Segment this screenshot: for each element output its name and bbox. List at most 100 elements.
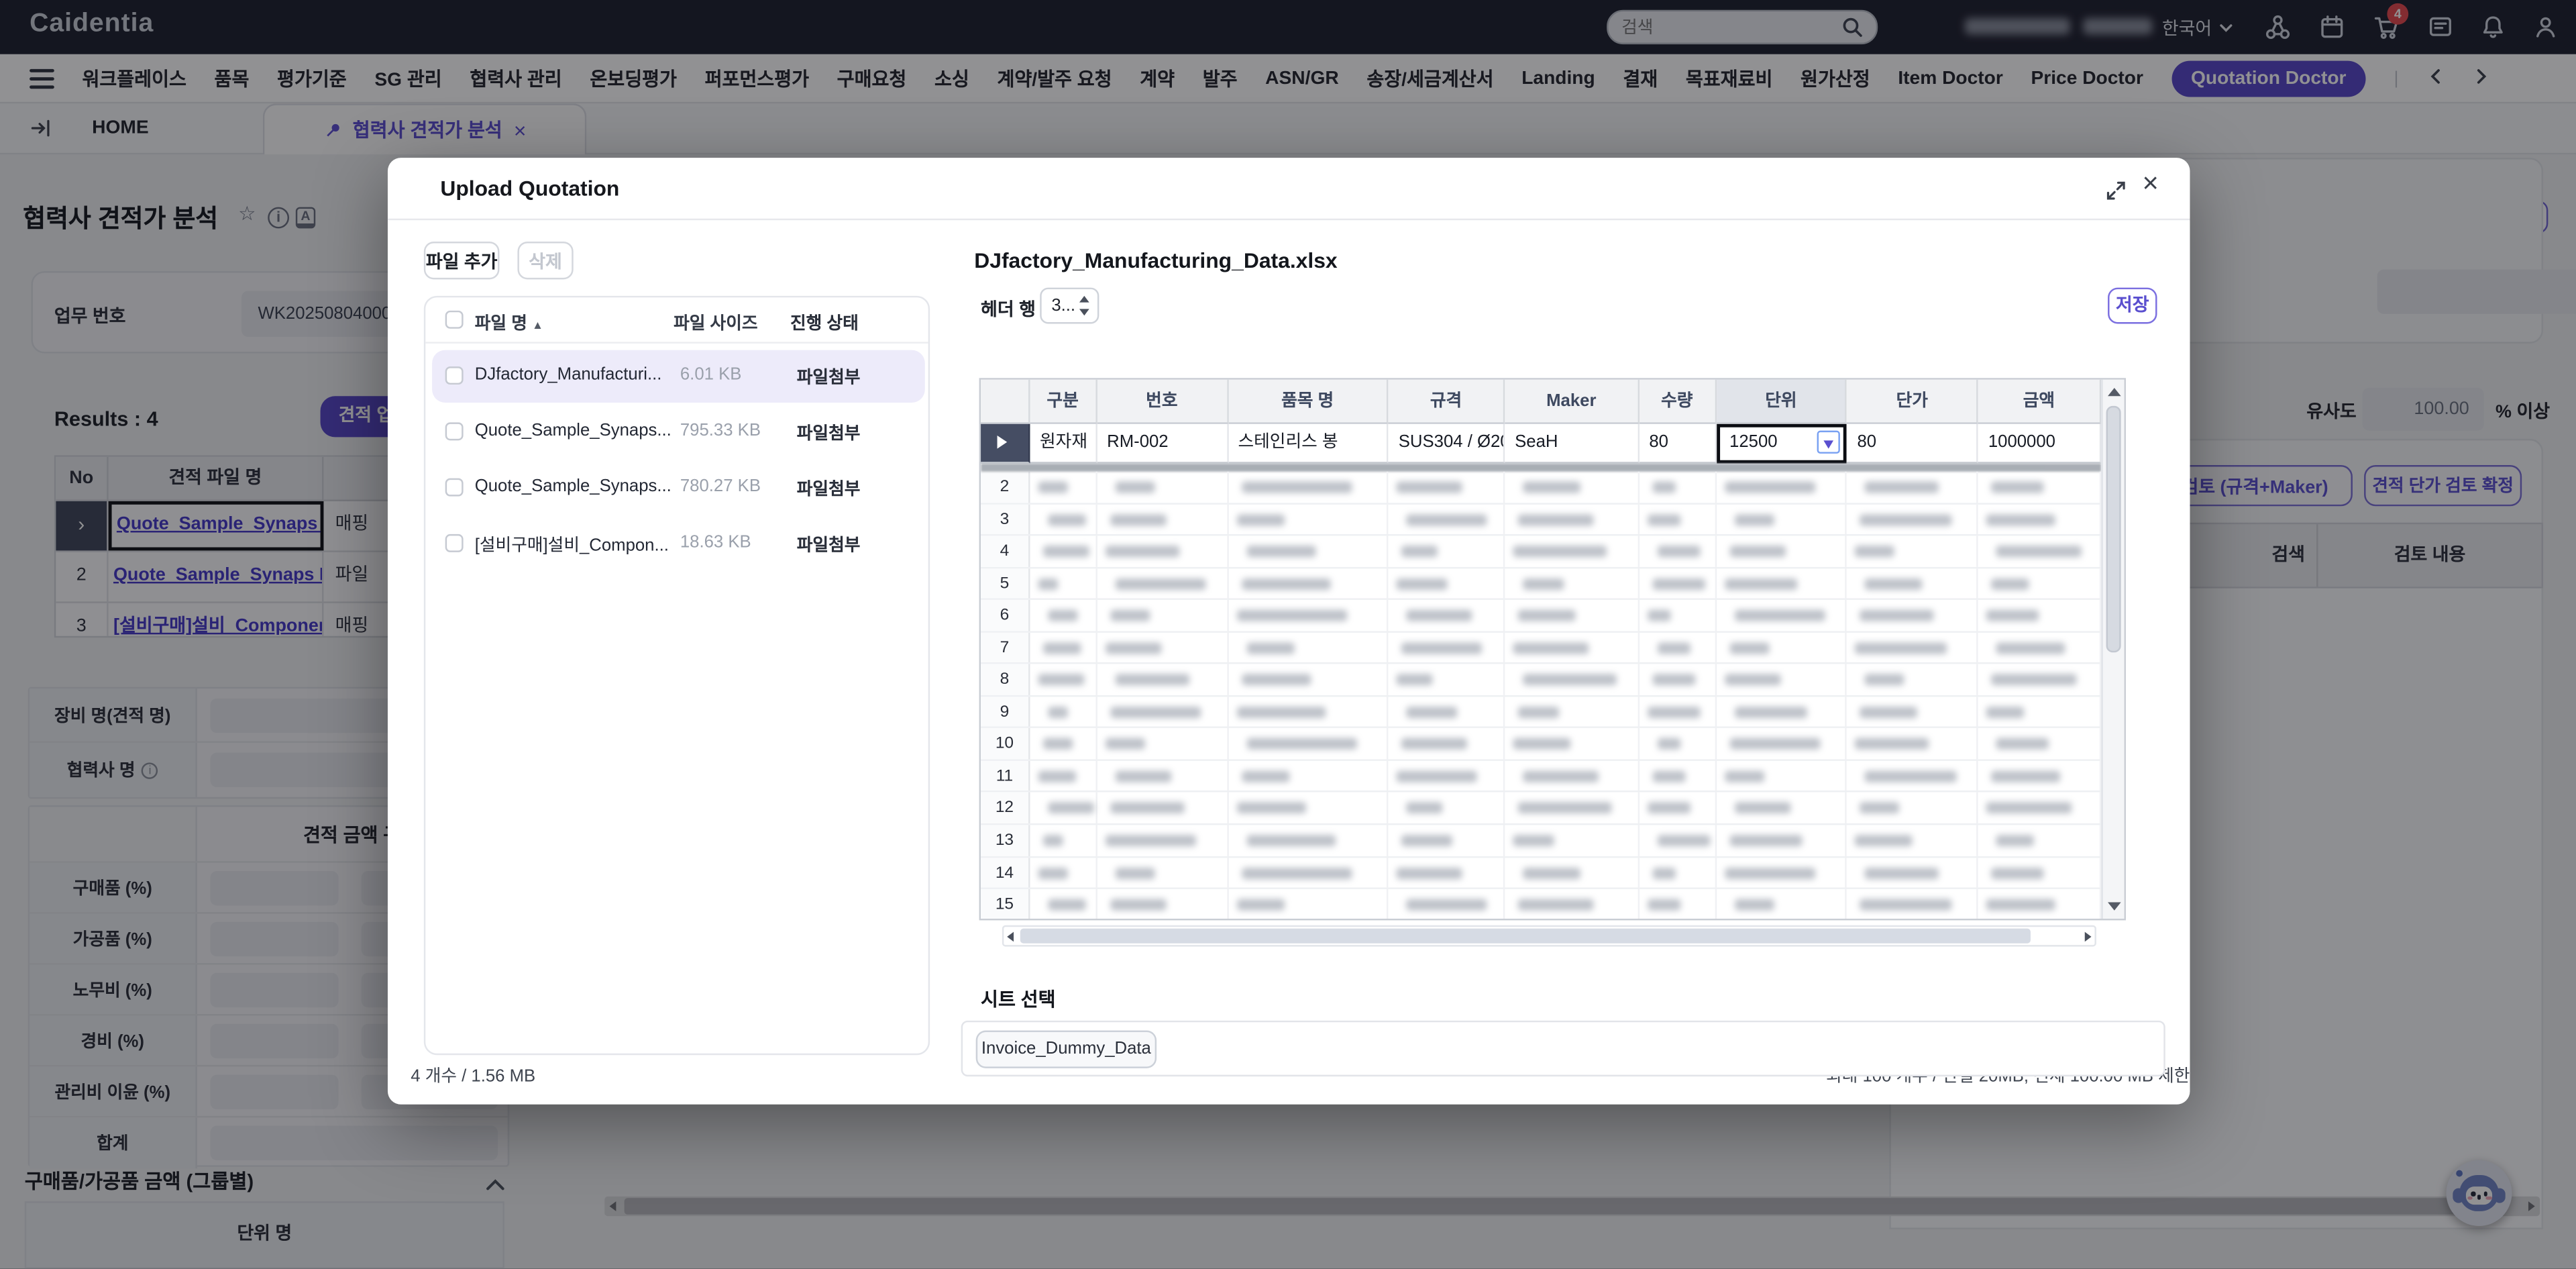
file-status-header[interactable]: 진행 상태	[790, 311, 859, 336]
grid-column-header-7[interactable]: 단위	[1716, 380, 1847, 424]
grid-row-number[interactable]: 10	[981, 729, 1030, 759]
file-checkbox[interactable]	[445, 422, 464, 440]
grid-row-number[interactable]: 4	[981, 536, 1030, 566]
grid-row-number[interactable]: 9	[981, 697, 1030, 727]
grid-cell-redacted	[1505, 472, 1639, 502]
grid-cell-redacted	[1030, 825, 1097, 855]
maximize-icon[interactable]	[2104, 179, 2127, 211]
file-row[interactable]: [설비구매]설비_Compon...18.63 KB파일첨부	[432, 517, 925, 570]
grid-cell-redacted	[1640, 889, 1717, 919]
grid-cell-redacted	[1389, 504, 1505, 534]
grid-cell-redacted	[1640, 697, 1717, 727]
grid-row-number[interactable]: 8	[981, 664, 1030, 695]
grid-column-header-1[interactable]: 구분	[1030, 380, 1097, 424]
grid-cell-redacted	[1640, 568, 1717, 598]
modal-save-button[interactable]: 저장	[2108, 288, 2157, 324]
grid-row-number[interactable]: 13	[981, 825, 1030, 855]
grid-cell-redacted	[1847, 857, 1978, 887]
grid-cell-redacted	[1978, 664, 2101, 695]
grid-column-header-2[interactable]: 번호	[1097, 380, 1228, 424]
grid-cell-redacted	[1030, 761, 1097, 791]
grid-cell[interactable]: 12500	[1716, 424, 1847, 464]
grid-cell-redacted	[1978, 697, 2101, 727]
grid-cell-redacted	[1097, 729, 1228, 759]
grid-vertical-scrollbar[interactable]	[2101, 380, 2124, 919]
grid-cell-redacted	[1640, 825, 1717, 855]
grid-cell-redacted	[1389, 889, 1505, 919]
grid-cell-redacted	[1030, 664, 1097, 695]
grid-column-header-6[interactable]: 수량	[1640, 380, 1717, 424]
select-all-checkbox[interactable]	[445, 311, 464, 329]
grid-row-number[interactable]: 7	[981, 632, 1030, 662]
grid-cell[interactable]: 스테인리스 봉	[1228, 424, 1389, 464]
grid-cell[interactable]: SeaH	[1505, 424, 1639, 464]
grid-row-header-selected[interactable]	[981, 424, 1030, 464]
file-status: 파일첨부	[797, 532, 861, 557]
grid-cell-redacted	[1505, 729, 1639, 759]
scroll-right-arrow-icon[interactable]	[2085, 932, 2092, 942]
grid-cell-redacted	[1030, 600, 1097, 630]
file-row[interactable]: DJfactory_Manufacturi...6.01 KB파일첨부	[432, 350, 925, 403]
modal-close-icon[interactable]: ×	[2142, 168, 2158, 201]
grid-cell-redacted	[1228, 600, 1389, 630]
grid-cell-redacted	[1030, 632, 1097, 662]
grid-cell-redacted	[1978, 889, 2101, 919]
grid-cell[interactable]: 80	[1847, 424, 1978, 464]
grid-row-number[interactable]: 11	[981, 761, 1030, 791]
grid-row-number[interactable]: 2	[981, 472, 1030, 502]
file-row[interactable]: Quote_Sample_Synaps...780.27 KB파일첨부	[432, 462, 925, 514]
grid-cell-redacted	[1228, 889, 1389, 919]
scroll-left-arrow-icon[interactable]	[1007, 932, 1014, 942]
scroll-up-arrow-icon[interactable]	[2108, 388, 2121, 396]
grid-column-header-4[interactable]: 규격	[1389, 380, 1505, 424]
grid-cell[interactable]: 80	[1640, 424, 1717, 464]
grid-cell-redacted	[1389, 793, 1505, 823]
stepper-up-icon[interactable]	[1079, 296, 1089, 303]
grid-column-header-8[interactable]: 단가	[1847, 380, 1978, 424]
add-file-button[interactable]: 파일 추가	[424, 242, 500, 279]
file-checkbox[interactable]	[445, 366, 464, 385]
file-name-header[interactable]: 파일 명 ▲	[475, 311, 543, 336]
file-row[interactable]: Quote_Sample_Synaps...795.33 KB파일첨부	[432, 406, 925, 458]
grid-row-number[interactable]: 3	[981, 504, 1030, 534]
grid-cell-redacted	[1097, 536, 1228, 566]
grid-cell-redacted	[1640, 664, 1717, 695]
file-size: 780.27 KB	[680, 476, 782, 496]
scroll-down-arrow-icon[interactable]	[2108, 902, 2121, 910]
sheet-tab[interactable]: Invoice_Dummy_Data	[976, 1031, 1157, 1068]
grid-row-number[interactable]: 6	[981, 600, 1030, 630]
grid-cell-redacted	[1389, 825, 1505, 855]
grid-cell-redacted	[1097, 825, 1228, 855]
grid-cell[interactable]: 1000000	[1978, 424, 2101, 464]
grid-cell-redacted	[1505, 600, 1639, 630]
grid-cell[interactable]: SUS304 / Ø20	[1389, 424, 1505, 464]
grid-cell-redacted	[1228, 472, 1389, 502]
grid-column-header-9[interactable]: 금액	[1978, 380, 2101, 424]
file-checkbox[interactable]	[445, 478, 464, 497]
grid-column-header-5[interactable]: Maker	[1505, 380, 1639, 424]
file-checkbox[interactable]	[445, 534, 464, 552]
stepper-down-icon[interactable]	[1079, 309, 1089, 315]
cell-dropdown-button[interactable]	[1818, 431, 1841, 454]
file-name: DJfactory_Manufacturi...	[475, 365, 672, 385]
grid-cell[interactable]: RM-002	[1097, 424, 1228, 464]
grid-cell-redacted	[1228, 761, 1389, 791]
grid-horizontal-scrollbar[interactable]	[1002, 925, 2096, 947]
grid-cell-redacted	[1847, 825, 1978, 855]
grid-row-number[interactable]: 12	[981, 793, 1030, 823]
grid-cell-redacted	[1978, 729, 2101, 759]
grid-row-redacted: 15	[981, 889, 2101, 919]
grid-cell-redacted	[1978, 600, 2101, 630]
file-name: [설비구매]설비_Compon...	[475, 532, 672, 557]
grid-cell[interactable]: 원자재	[1030, 424, 1097, 464]
grid-row-number[interactable]: 5	[981, 568, 1030, 598]
spreadsheet-grid[interactable]: 구분번호품목 명규격Maker수량단위단가금액 원자재RM-002스테인리스 봉…	[979, 378, 2126, 920]
file-size-header[interactable]: 파일 사이즈	[674, 311, 757, 336]
grid-cell-redacted	[1640, 472, 1717, 502]
grid-row-number[interactable]: 15	[981, 889, 1030, 919]
delete-file-button[interactable]: 삭제	[517, 242, 573, 279]
grid-row-number[interactable]: 14	[981, 857, 1030, 887]
grid-column-header-3[interactable]: 품목 명	[1228, 380, 1389, 424]
grid-cell-redacted	[1228, 664, 1389, 695]
header-row-stepper[interactable]: 3...	[1040, 288, 1099, 324]
